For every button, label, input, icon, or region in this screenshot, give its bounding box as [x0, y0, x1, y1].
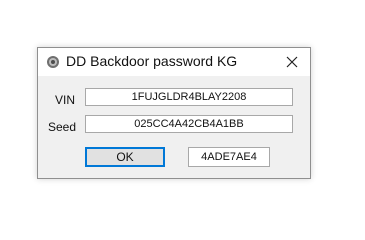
vin-label: VIN [55, 93, 76, 107]
window-title: DD Backdoor password KG [66, 53, 238, 69]
seed-field[interactable] [85, 115, 293, 133]
password-result: 4ADE7AE4 [188, 147, 270, 167]
keygen-window: DD Backdoor password KG VIN Seed OK 4ADE… [37, 47, 311, 179]
ok-button[interactable]: OK [85, 147, 165, 167]
title-bar[interactable]: DD Backdoor password KG [38, 48, 310, 76]
gear-app-icon [46, 54, 60, 70]
seed-label: Seed [48, 120, 77, 134]
close-icon[interactable] [282, 52, 302, 72]
vin-field[interactable] [85, 88, 293, 106]
